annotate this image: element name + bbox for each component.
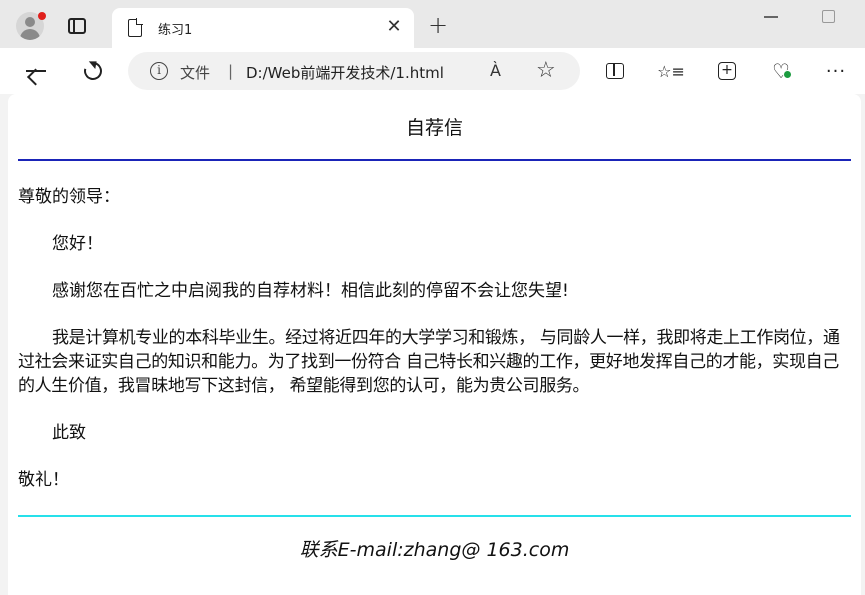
profile-notification-dot: [38, 12, 46, 20]
favorites-list-icon: ☆≡: [657, 61, 685, 81]
favorites-button[interactable]: ☆≡: [655, 56, 687, 86]
closing-line-2: 敬礼！: [18, 470, 69, 490]
collections-button[interactable]: +: [711, 56, 743, 86]
divider-top: [18, 159, 851, 161]
refresh-button[interactable]: [77, 56, 109, 86]
divider-bottom: [18, 515, 851, 517]
title-bar: 练习1 ✕ +: [0, 0, 865, 48]
read-aloud-icon[interactable]: À: [490, 61, 501, 80]
address-bar[interactable]: i 文件 | D:/Web前端开发技术/1.html À ☆: [128, 52, 580, 90]
refresh-icon: [80, 58, 106, 84]
page-title: 自荐信: [405, 117, 463, 139]
address-url[interactable]: D:/Web前端开发技术/1.html: [246, 62, 444, 83]
more-options-button[interactable]: ···: [820, 56, 852, 86]
collections-icon: +: [718, 62, 736, 80]
address-protocol-label: 文件: [180, 64, 211, 82]
body-paragraph: 我是计算机专业的本科毕业生。经过将近四年的大学学习和锻炼， 与同龄人一样，我即将…: [18, 328, 840, 396]
document-icon: [128, 18, 143, 37]
greeting-paragraph: 您好！: [52, 234, 103, 254]
info-icon[interactable]: i: [150, 62, 168, 80]
maximize-button[interactable]: [822, 10, 835, 23]
address-separator: |: [228, 62, 234, 80]
favorite-star-icon[interactable]: ☆: [536, 58, 556, 83]
thanks-paragraph: 感谢您在百忙之中启阅我的自荐材料！相信此刻的停留不会让您失望!: [52, 281, 569, 301]
contact-email: 联系E-mail:zhang@ 163.com: [299, 539, 570, 561]
back-arrow-icon: [26, 70, 46, 72]
new-tab-button[interactable]: +: [426, 13, 450, 38]
close-tab-button[interactable]: ✕: [382, 15, 406, 39]
avatar-body: [20, 29, 40, 40]
browser-essentials-button[interactable]: ♡: [765, 56, 797, 86]
tab-active[interactable]: 练习1 ✕: [112, 8, 414, 48]
closing-line-1: 此致: [52, 423, 86, 443]
browser-toolbar: i 文件 | D:/Web前端开发技术/1.html À ☆ ☆≡ + ♡ ·…: [0, 48, 865, 94]
minimize-button[interactable]: [764, 16, 778, 18]
split-screen-icon: [606, 63, 624, 79]
more-icon: ···: [825, 60, 847, 82]
status-ok-dot: [783, 70, 792, 79]
vertical-tabs-icon[interactable]: [68, 18, 86, 34]
back-button[interactable]: [22, 56, 54, 86]
tab-title: 练习1: [158, 23, 193, 38]
avatar-head: [25, 17, 35, 27]
salutation-text: 尊敬的领导：: [18, 187, 120, 207]
page-viewport: 自荐信 尊敬的领导： 您好！ 感谢您在百忙之中启阅我的自荐材料！相信此刻的停留不…: [8, 94, 861, 595]
split-screen-button[interactable]: [599, 56, 631, 86]
page-content: 自荐信 尊敬的领导： 您好！ 感谢您在百忙之中启阅我的自荐材料！相信此刻的停留不…: [18, 94, 851, 562]
